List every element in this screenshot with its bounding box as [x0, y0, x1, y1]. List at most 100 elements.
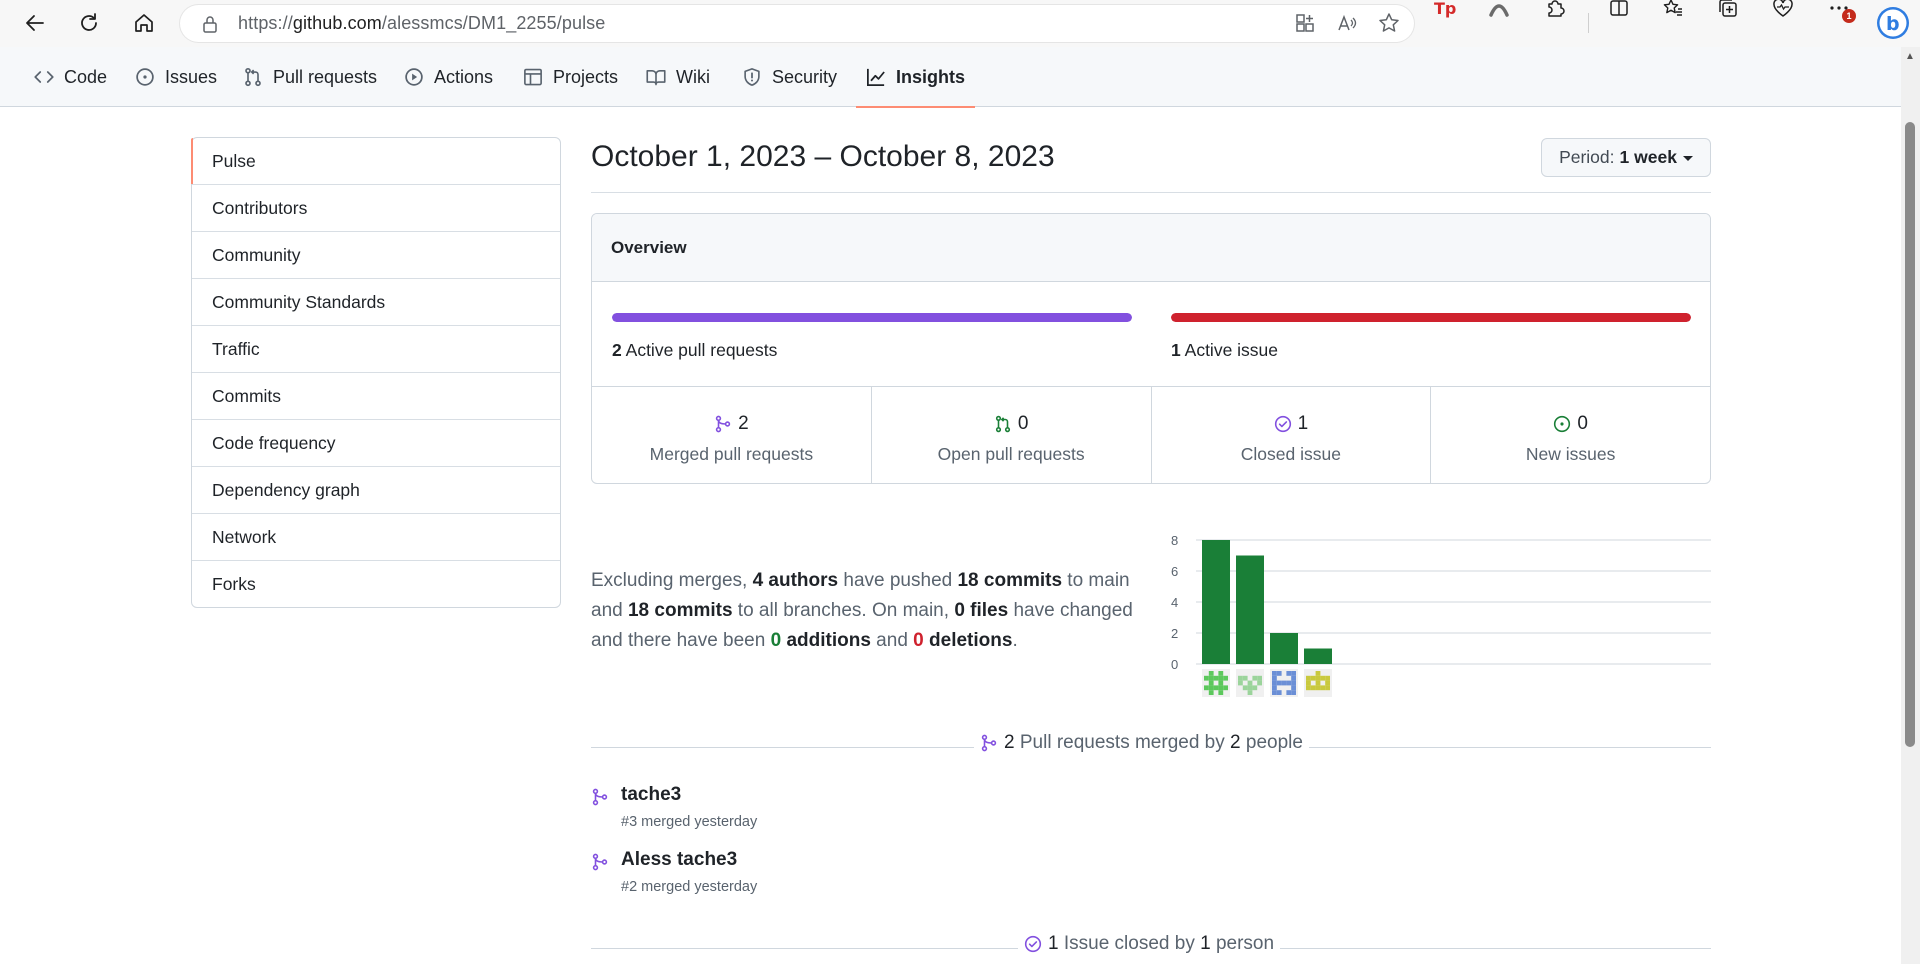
page-scrollbar[interactable]: ▲	[1901, 47, 1920, 964]
author-avatar[interactable]	[1202, 669, 1230, 697]
new-issues-stat[interactable]: 0 New issues	[1430, 387, 1710, 483]
sidebar-item-traffic[interactable]: Traffic	[192, 325, 560, 372]
favorites-icon[interactable]	[1658, 0, 1688, 23]
tab-label: Projects	[553, 66, 619, 87]
toolbar-divider	[1588, 13, 1589, 33]
scrollbar-thumb[interactable]	[1905, 122, 1915, 747]
sidebar-item-pulse[interactable]: Pulse	[191, 138, 560, 184]
collections-icon[interactable]	[1713, 0, 1743, 23]
chart-bar[interactable]	[1202, 540, 1230, 664]
app-available-icon[interactable]	[1294, 12, 1316, 34]
tab-label: Code	[64, 66, 108, 87]
favorite-star-icon[interactable]	[1378, 12, 1400, 34]
author-commits-chart: 0 2 4 6 8	[1171, 533, 1711, 697]
tab-projects[interactable]: Projects	[523, 47, 618, 107]
address-bar[interactable]: https://github.com/alessmcs/DM1_2255/pul…	[180, 5, 1414, 42]
sidebar-item-network[interactable]: Network	[192, 513, 560, 560]
active-prs-link[interactable]: 2 Active pull requests	[612, 340, 777, 361]
active-issues-bar[interactable]	[1171, 313, 1691, 322]
tab-code[interactable]: Code	[34, 47, 107, 107]
issue-closed-icon	[1024, 935, 1042, 953]
tab-issues[interactable]: Issues	[135, 47, 217, 107]
repository-nav: Code Issues Pull requests Actions Projec…	[0, 47, 1901, 108]
tab-label: Insights	[896, 66, 966, 87]
extensions-puzzle-icon[interactable]	[1540, 0, 1570, 23]
sidebar-item-contributors[interactable]: Contributors	[192, 184, 560, 231]
home-icon[interactable]	[129, 8, 159, 38]
pr-meta: #2 merged yesterday	[621, 879, 758, 895]
active-prs-bar-fill	[612, 313, 1132, 322]
closed-issues-stat[interactable]: 1 Closed issue	[1150, 387, 1431, 483]
bing-copilot-icon[interactable]: b	[1874, 4, 1912, 42]
issue-opened-icon	[1554, 415, 1571, 433]
open-prs-stat[interactable]: 0 Open pull requests	[870, 387, 1151, 483]
git-pull-request-icon	[995, 415, 1010, 433]
author-avatar[interactable]	[1270, 669, 1298, 697]
svg-text:Tp: Tp	[1434, 0, 1456, 18]
chart-bar[interactable]	[1270, 633, 1298, 664]
period-dropdown-button[interactable]: Period: 1 week	[1541, 138, 1711, 177]
merged-prs-heading: 2 Pull requests merged by 2 people	[974, 732, 1309, 754]
sidebar-item-community[interactable]: Community	[192, 231, 560, 278]
tab-label: Pull requests	[273, 66, 378, 87]
svg-text:b: b	[1886, 13, 1900, 35]
git-merge-icon	[715, 415, 731, 433]
sidebar-item-code-frequency[interactable]: Code frequency	[192, 419, 560, 466]
y-tick-label: 2	[1171, 626, 1178, 641]
tab-label: Security	[772, 66, 838, 87]
pr-meta: #3 merged yesterday	[621, 814, 758, 830]
tab-security[interactable]: Security	[742, 47, 837, 107]
table-icon	[524, 68, 542, 86]
commits-all-link[interactable]: 18 commits	[628, 600, 733, 621]
git-merge-icon	[592, 853, 608, 871]
sidebar-item-forks[interactable]: Forks	[192, 560, 560, 607]
active-issues-bar-fill	[1171, 313, 1691, 322]
header-divider	[591, 192, 1711, 193]
y-tick-label: 6	[1171, 564, 1178, 579]
browser-toolbar: https://github.com/alessmcs/DM1_2255/pul…	[0, 0, 1920, 47]
sidebar-item-label: Traffic	[212, 338, 260, 359]
insights-sidebar: Pulse Contributors Community Community S…	[191, 137, 561, 608]
active-prs-bar[interactable]	[612, 313, 1132, 322]
url-text[interactable]: https://github.com/alessmcs/DM1_2255/pul…	[238, 13, 605, 34]
arc-extension-icon[interactable]	[1484, 0, 1514, 23]
active-issues-link[interactable]: 1 Active issue	[1171, 340, 1278, 361]
play-icon	[405, 68, 423, 86]
pr-title-link[interactable]: tache3	[621, 784, 681, 806]
author-avatar[interactable]	[1304, 669, 1332, 697]
tab-pull-requests[interactable]: Pull requests	[243, 47, 377, 107]
lock-icon[interactable]	[202, 15, 224, 33]
scroll-up-arrow-icon[interactable]: ▲	[1905, 51, 1915, 62]
read-aloud-icon[interactable]	[1336, 12, 1358, 34]
commits-main-link[interactable]: 18 commits	[957, 570, 1062, 591]
author-avatar[interactable]	[1236, 669, 1264, 697]
merged-prs-stat[interactable]: 2 Merged pull requests	[592, 387, 871, 483]
date-range-title: October 1, 2023 – October 8, 2023	[591, 140, 1055, 173]
authors-link[interactable]: 4 authors	[753, 570, 839, 591]
chart-bar[interactable]	[1304, 648, 1332, 665]
sidebar-item-dependency-graph[interactable]: Dependency graph	[192, 466, 560, 513]
additions-count: 0	[770, 630, 782, 651]
pr-title-link[interactable]: Aless tache3	[621, 849, 737, 871]
tab-label: Issues	[165, 66, 218, 87]
overview-box: Overview 2 Active pull requests 1 Active…	[591, 213, 1711, 484]
period-label: Period:	[1559, 147, 1615, 167]
split-screen-icon[interactable]	[1604, 0, 1634, 23]
more-menu-icon[interactable]: 1	[1824, 0, 1856, 23]
tp-extension-icon[interactable]: Tp	[1430, 0, 1460, 23]
period-value: 1 week	[1619, 147, 1677, 167]
sidebar-item-community-standards[interactable]: Community Standards	[192, 278, 560, 325]
notification-badge: 1	[1842, 9, 1856, 23]
refresh-icon[interactable]	[74, 8, 104, 38]
sidebar-item-label: Forks	[212, 573, 256, 594]
tab-actions[interactable]: Actions	[404, 47, 493, 107]
tab-wiki[interactable]: Wiki	[646, 47, 710, 107]
tab-insights[interactable]: Insights	[855, 47, 976, 108]
chart-bar[interactable]	[1236, 555, 1264, 665]
git-merge-icon	[981, 734, 997, 752]
browser-essentials-icon[interactable]	[1768, 0, 1798, 23]
back-arrow-icon[interactable]	[20, 8, 50, 38]
sidebar-item-commits[interactable]: Commits	[192, 372, 560, 419]
graph-icon	[867, 68, 885, 86]
git-merge-icon	[592, 788, 608, 806]
